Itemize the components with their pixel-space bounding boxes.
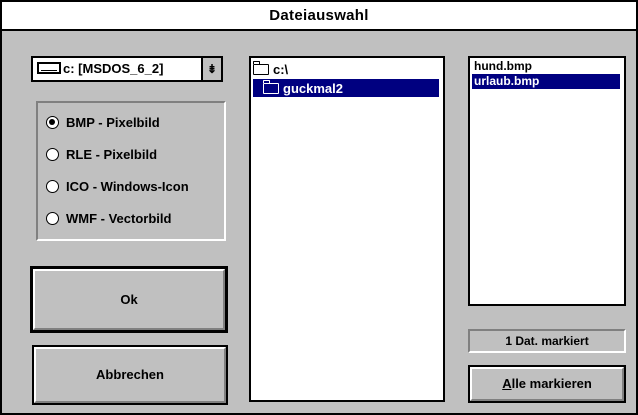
file-selection-dialog: Dateiauswahl c: [MSDOS_6_2] ⇟ BMP - Pixe…: [0, 0, 638, 415]
radio-ico[interactable]: ICO - Windows-Icon: [46, 176, 189, 196]
radio-unselected-icon[interactable]: [46, 147, 59, 161]
radio-unselected-icon[interactable]: [46, 179, 59, 193]
selection-status: 1 Dat. markiert: [468, 329, 626, 353]
drive-dropdown[interactable]: c: [MSDOS_6_2] ⇟: [31, 56, 223, 82]
radio-unselected-icon[interactable]: [46, 211, 59, 225]
dropdown-arrow-icon[interactable]: ⇟: [201, 58, 221, 80]
radio-label: WMF - Vectorbild: [66, 210, 172, 226]
select-all-mnemonic: A: [502, 376, 512, 391]
radio-label: BMP - Pixelbild: [66, 114, 160, 130]
dialog-title: Dateiauswahl: [2, 2, 636, 31]
directory-list[interactable]: c:\ guckmal2: [249, 56, 445, 402]
radio-bmp[interactable]: BMP - Pixelbild: [46, 112, 160, 132]
cancel-button[interactable]: Abbrechen: [34, 347, 226, 403]
ok-button-frame: Ok: [30, 266, 228, 333]
radio-rle[interactable]: RLE - Pixelbild: [46, 144, 157, 164]
folder-open-icon: [252, 60, 269, 75]
file-list[interactable]: hund.bmp urlaub.bmp: [468, 56, 626, 306]
select-all-label: lle markieren: [511, 376, 592, 391]
cancel-button-frame: Abbrechen: [32, 345, 228, 405]
directory-item-selected[interactable]: guckmal2: [253, 79, 439, 97]
select-all-button-frame: Alle markieren: [468, 365, 626, 403]
directory-label: guckmal2: [283, 80, 343, 96]
radio-wmf[interactable]: WMF - Vectorbild: [46, 208, 171, 228]
file-item-selected[interactable]: urlaub.bmp: [472, 74, 620, 89]
file-type-group: BMP - Pixelbild RLE - Pixelbild ICO - Wi…: [36, 101, 226, 241]
radio-selected-icon[interactable]: [46, 115, 59, 129]
select-all-button[interactable]: Alle markieren: [470, 367, 624, 401]
folder-open-icon: [262, 79, 279, 94]
radio-label: RLE - Pixelbild: [66, 146, 158, 162]
ok-button[interactable]: Ok: [33, 269, 225, 330]
directory-label: c:\: [273, 61, 289, 77]
file-item[interactable]: hund.bmp: [472, 59, 532, 74]
directory-item[interactable]: c:\: [252, 60, 289, 78]
drive-selected-value: c: [MSDOS_6_2]: [63, 61, 164, 76]
radio-label: ICO - Windows-Icon: [66, 178, 189, 194]
drive-icon: [37, 62, 61, 74]
